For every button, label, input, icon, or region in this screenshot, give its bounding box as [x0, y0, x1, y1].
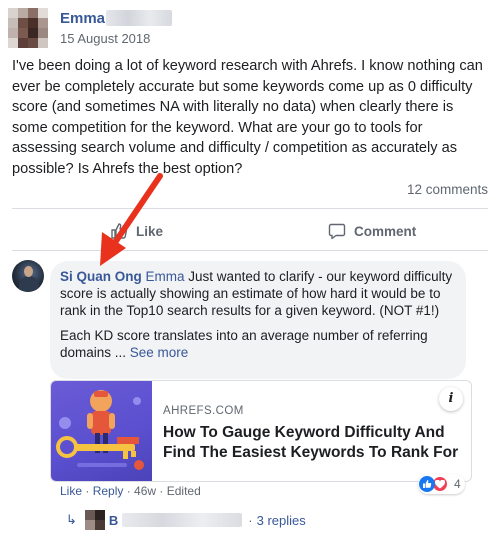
comment-like-link[interactable]: Like: [60, 484, 82, 498]
comment-meta: Like · Reply · 46w · Edited: [60, 484, 201, 498]
meta-separator: ·: [156, 484, 167, 498]
post-header: Emma 15 August 2018: [0, 0, 500, 56]
link-preview-site: AHREFS.COM: [163, 405, 244, 417]
comment-bubble: Si Quan Ong Emma Just wanted to clarify …: [50, 261, 466, 379]
comment-reply-link[interactable]: Reply: [93, 484, 124, 498]
comment-mention[interactable]: Emma: [146, 269, 185, 284]
comment-paragraph-2: Each KD score translates into an average…: [60, 327, 456, 361]
commenter-name[interactable]: Si Quan Ong: [60, 269, 142, 284]
post-text: I've been doing a lot of keyword researc…: [12, 58, 483, 177]
comment-bubble-icon: [328, 223, 346, 240]
post-author-name[interactable]: Emma: [60, 10, 105, 27]
info-icon[interactable]: i: [439, 387, 463, 411]
see-more-link[interactable]: See more: [130, 345, 189, 360]
commenter-avatar[interactable]: [12, 260, 44, 292]
comment-action-label: Comment: [354, 223, 417, 239]
link-preview-thumbnail: [51, 381, 152, 481]
like-reaction-icon: [419, 476, 435, 492]
replies-count-link[interactable]: 3 replies: [257, 513, 306, 528]
comments-count[interactable]: 12 comments: [407, 182, 488, 197]
comment-paragraph-1: Si Quan Ong Emma Just wanted to clarify …: [60, 268, 456, 319]
comment-text-2: Each KD score translates into an average…: [60, 328, 428, 360]
meta-separator: ·: [82, 484, 93, 498]
comment-action-button[interactable]: Comment: [328, 220, 416, 242]
post-date[interactable]: 15 August 2018: [60, 31, 150, 46]
redacted-surname: [106, 10, 172, 26]
link-preview-title[interactable]: How To Gauge Keyword Difficulty And Find…: [163, 423, 463, 463]
key-illustration: [56, 390, 144, 470]
like-action-label: Like: [136, 223, 164, 239]
comment-edited[interactable]: Edited: [167, 484, 201, 498]
comment-age[interactable]: 46w: [134, 484, 156, 498]
reply-author-initial[interactable]: B: [109, 513, 118, 528]
thumbs-up-icon: [111, 223, 128, 239]
redacted-reply-author: [122, 513, 243, 527]
reply-arrow-icon: ↳: [66, 512, 77, 527]
divider-top: [12, 208, 488, 209]
reaction-count: 4: [454, 477, 461, 491]
link-preview-card[interactable]: AHREFS.COM How To Gauge Keyword Difficul…: [50, 380, 472, 482]
reply-author-avatar: [84, 510, 105, 530]
reply-separator: ·: [248, 512, 253, 528]
like-action-button[interactable]: Like: [110, 220, 163, 242]
divider-bottom: [12, 250, 488, 251]
reaction-summary[interactable]: 4: [418, 474, 465, 494]
meta-separator: ·: [123, 484, 135, 498]
view-replies-row[interactable]: ↳ B · 3 replies: [66, 510, 306, 530]
author-avatar[interactable]: [8, 8, 48, 48]
